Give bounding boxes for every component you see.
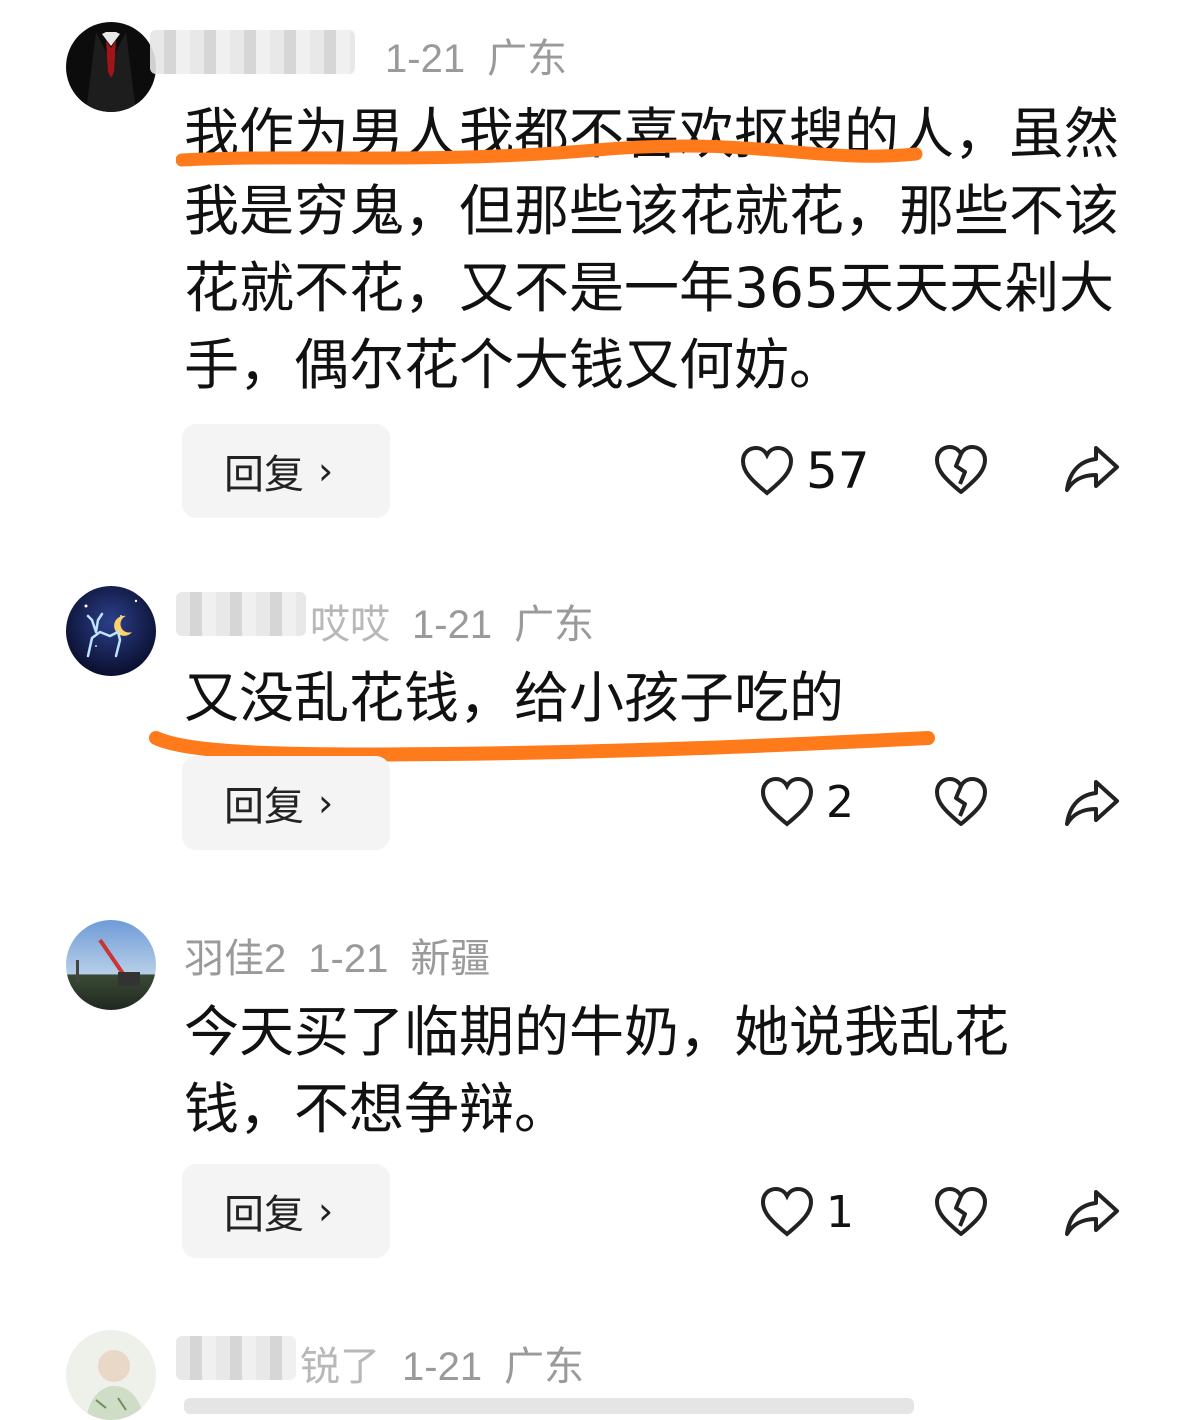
comment-date: 1-21 (308, 937, 389, 981)
comment-meta: 羽佳2 1-21 新疆 (184, 926, 512, 984)
heart-outline-icon (760, 776, 814, 827)
share-button[interactable] (1064, 444, 1120, 494)
like-button[interactable]: 2 (760, 776, 854, 828)
dislike-button[interactable] (934, 1186, 988, 1238)
comment-meta: 哎哎 1-21 广东 (310, 592, 616, 650)
comment-date: 1-21 (402, 1345, 483, 1389)
dislike-button[interactable] (934, 444, 988, 496)
chevron-right-icon: › (318, 1189, 334, 1233)
like-count: 57 (806, 442, 870, 500)
avatar[interactable] (66, 1330, 156, 1420)
comment-text-cutoff (184, 1398, 914, 1414)
reply-button[interactable]: 回复 › (182, 756, 390, 850)
username-redacted (150, 30, 355, 74)
username-suffix: 哎哎 (310, 603, 390, 647)
like-button[interactable]: 57 (740, 442, 870, 500)
avatar-suit-image (66, 22, 156, 112)
comment-location: 广东 (504, 1345, 585, 1389)
share-button[interactable] (1064, 778, 1120, 828)
reply-label: 回复 (224, 1192, 304, 1238)
username-redacted (176, 1336, 296, 1380)
share-arrow-icon (1065, 446, 1119, 492)
avatar[interactable] (66, 22, 156, 112)
share-button[interactable] (1064, 1188, 1120, 1238)
comment-date: 1-21 (412, 603, 493, 647)
comment-text: 今天买了临期的牛奶，她说我乱花钱，不想争辩。 (184, 1000, 1010, 1141)
comment-location: 广东 (514, 603, 595, 647)
chevron-right-icon: › (318, 449, 334, 493)
avatar-deer-image (66, 586, 156, 676)
like-count: 2 (826, 776, 854, 828)
comment-text: 又没乱花钱，给小孩子吃的 (184, 666, 845, 730)
broken-heart-icon (935, 777, 987, 826)
heart-outline-icon (740, 445, 794, 496)
chevron-right-icon: › (318, 781, 334, 825)
share-arrow-icon (1065, 780, 1119, 826)
share-arrow-icon (1065, 1190, 1119, 1236)
username[interactable]: 羽佳2 (184, 937, 286, 981)
dislike-button[interactable] (934, 776, 988, 828)
broken-heart-icon (935, 1187, 987, 1236)
username-suffix: 锐了 (300, 1345, 380, 1389)
broken-heart-icon (935, 445, 987, 494)
reply-label: 回复 (224, 784, 304, 830)
reply-label: 回复 (224, 452, 304, 498)
reply-button[interactable]: 回复 › (182, 1164, 390, 1258)
heart-outline-icon (760, 1186, 814, 1237)
avatar-photo-image (66, 920, 156, 1010)
avatar[interactable] (66, 920, 156, 1010)
like-button[interactable]: 1 (760, 1186, 854, 1238)
like-count: 1 (826, 1186, 854, 1238)
reply-button[interactable]: 回复 › (182, 424, 390, 518)
avatar[interactable] (66, 586, 156, 676)
comment-meta: 锐了 1-21 广东 (300, 1334, 606, 1392)
username-redacted (176, 592, 306, 636)
comment-location: 新疆 (410, 937, 491, 981)
avatar-illustration-image (66, 1330, 156, 1420)
comment-meta: 1-21 广东 (385, 26, 589, 84)
comment-date: 1-21 (385, 37, 466, 81)
comment-location: 广东 (487, 37, 568, 81)
comment-text: 我作为男人我都不喜欢抠搜的人，虽然我是穷鬼，但那些该花就花，那些不该花就不花，又… (184, 102, 1120, 397)
